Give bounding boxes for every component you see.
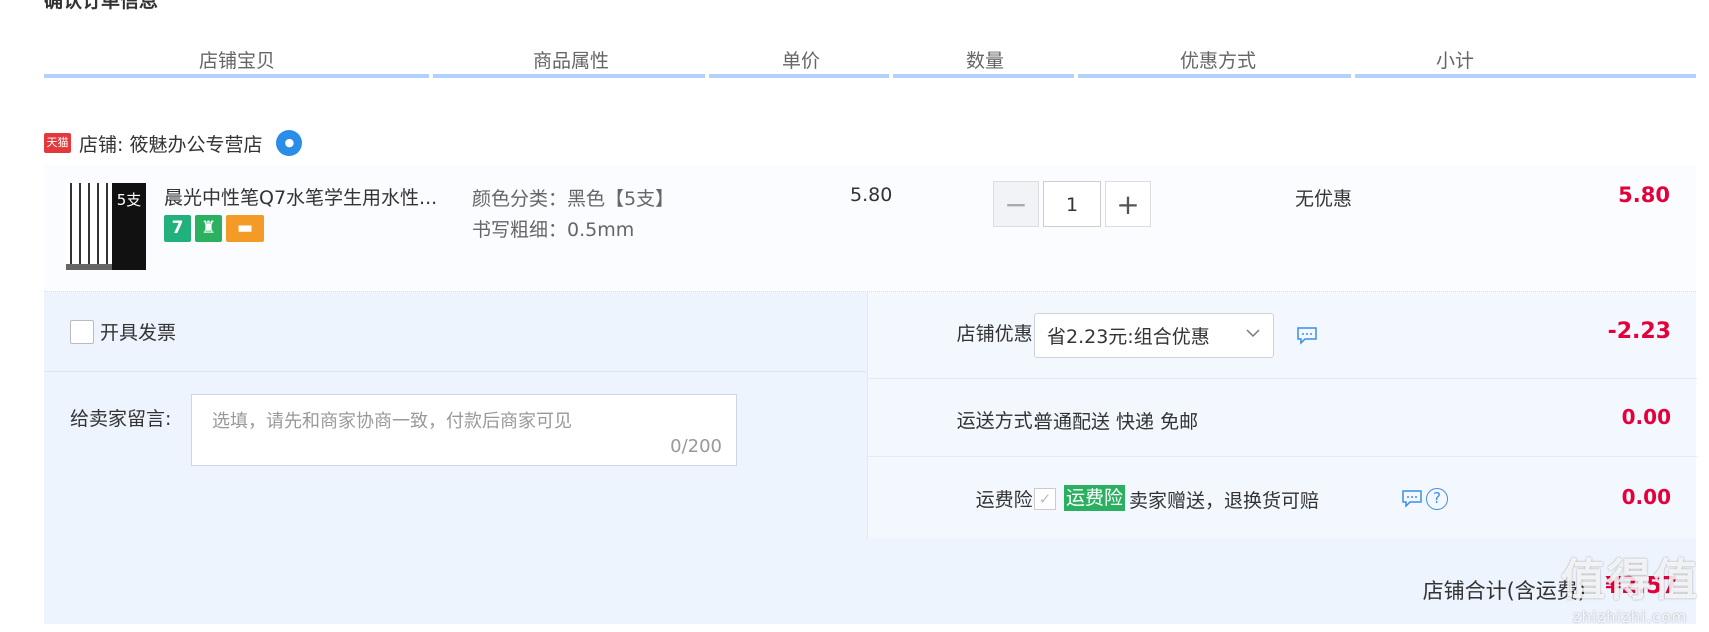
quantity-stepper: − 1 + xyxy=(993,181,1151,227)
col-unit-price: 单价 xyxy=(782,50,821,72)
col-discount: 优惠方式 xyxy=(1180,50,1257,72)
col-subtotal: 小计 xyxy=(1436,50,1475,72)
quantity-minus-button[interactable]: − xyxy=(993,181,1039,227)
invoice-checkbox[interactable] xyxy=(70,319,94,344)
chevron-down-icon xyxy=(1246,329,1260,338)
order-options-panel: 开具发票 给卖家留言: 选填，请先和商家协商一致，付款后商家可见 0/200 店… xyxy=(44,292,1697,624)
header-underline xyxy=(1078,74,1351,78)
quantity-plus-button[interactable]: + xyxy=(1105,181,1151,227)
help-icon[interactable]: ? xyxy=(1426,488,1448,510)
pen-box-image: 5支 xyxy=(112,183,146,270)
seven-day-return-icon[interactable]: 7 xyxy=(164,215,191,242)
header-underline xyxy=(44,74,429,78)
header-underline xyxy=(433,74,705,78)
item-subtotal: 5.80 xyxy=(1618,183,1670,207)
insurance-checkbox[interactable]: ✓ xyxy=(1034,488,1056,510)
store-discount-row: 店铺优惠: 省2.23元:组合优惠 -2.23 xyxy=(868,292,1697,379)
insurance-label: 运费险: xyxy=(975,489,1039,511)
quantity-input[interactable]: 1 xyxy=(1043,181,1101,227)
comment-icon[interactable] xyxy=(1296,326,1318,346)
pens-image xyxy=(66,183,112,270)
product-title-link[interactable]: 晨光中性笔Q7水笔学生用水性... xyxy=(164,183,437,210)
invoice-label: 开具发票 xyxy=(100,322,177,344)
site-watermark: 值得值 zhizhizhi.com xyxy=(1561,544,1699,626)
discount-method: 无优惠 xyxy=(1295,188,1353,210)
credit-card-icon[interactable]: ▬ xyxy=(226,215,264,242)
comment-icon[interactable] xyxy=(1401,489,1423,509)
seller-message-textarea[interactable]: 选填，请先和商家协商一致，付款后商家可见 0/200 xyxy=(191,394,737,466)
message-label: 给卖家留言: xyxy=(70,408,172,430)
service-badges: 7 ♜ ▬ xyxy=(164,215,264,242)
watermark-url: zhizhizhi.com xyxy=(1572,608,1688,626)
store-discount-label: 店铺优惠: xyxy=(956,323,1039,345)
tmall-badge: 天猫 xyxy=(44,133,71,153)
shipping-method: 普通配送 快递 免邮 xyxy=(1034,411,1199,433)
header-underline xyxy=(1355,74,1696,78)
store-total-row: 店铺合计(含运费) ¥2.57 xyxy=(44,539,1696,624)
header-underline xyxy=(709,74,889,78)
shipping-amount: 0.00 xyxy=(1621,405,1671,429)
header-underline xyxy=(893,74,1074,78)
product-thumbnail[interactable]: 5支 xyxy=(66,183,148,270)
shipping-row: 运送方式: 0.00 xyxy=(868,379,1697,457)
message-placeholder: 选填，请先和商家协商一致，付款后商家可见 xyxy=(212,411,572,432)
insurance-tag: 运费险 xyxy=(1064,485,1126,511)
section-title: 确认订单信息 xyxy=(44,0,159,12)
col-store-items: 店铺宝贝 xyxy=(199,50,276,72)
invoice-option[interactable]: 开具发票 xyxy=(70,318,176,345)
store-discount-amount: -2.23 xyxy=(1607,319,1671,344)
store-discount-select[interactable]: 省2.23元:组合优惠 xyxy=(1034,313,1274,358)
wangwang-chat-icon[interactable]: ● xyxy=(276,130,303,156)
watermark-logo: 值得值 xyxy=(1561,555,1699,606)
sku-color: 颜色分类：黑色【5支】 xyxy=(472,188,675,210)
sku-tip-size: 书写粗细：0.5mm xyxy=(472,219,635,241)
store-name-link[interactable]: 店铺: 筱魅办公专营店 xyxy=(79,130,262,157)
divider xyxy=(44,371,866,372)
service-guarantee-icon[interactable]: ♜ xyxy=(195,215,222,242)
store-row: 天猫 店铺: 筱魅办公专营店 ● xyxy=(44,128,303,158)
buyer-options: 开具发票 给卖家留言: 选填，请先和商家协商一致，付款后商家可见 0/200 xyxy=(44,292,866,539)
order-summary: 店铺优惠: 省2.23元:组合优惠 -2.23 运送方式: 0.00 普通配送 … xyxy=(867,292,1697,539)
message-char-counter: 0/200 xyxy=(670,436,722,457)
store-discount-selected: 省2.23元:组合优惠 xyxy=(1047,326,1210,348)
shipping-label: 运送方式: xyxy=(956,410,1039,432)
order-item-row: 5支 晨光中性笔Q7水笔学生用水性... 7 ♜ ▬ 颜色分类：黑色【5支】 书… xyxy=(44,165,1696,292)
insurance-description: 卖家赠送，退换货可赔 xyxy=(1129,490,1320,512)
col-quantity: 数量 xyxy=(966,50,1005,72)
unit-price: 5.80 xyxy=(850,184,893,206)
insurance-amount: 0.00 xyxy=(1621,485,1671,509)
col-attributes: 商品属性 xyxy=(533,50,610,72)
